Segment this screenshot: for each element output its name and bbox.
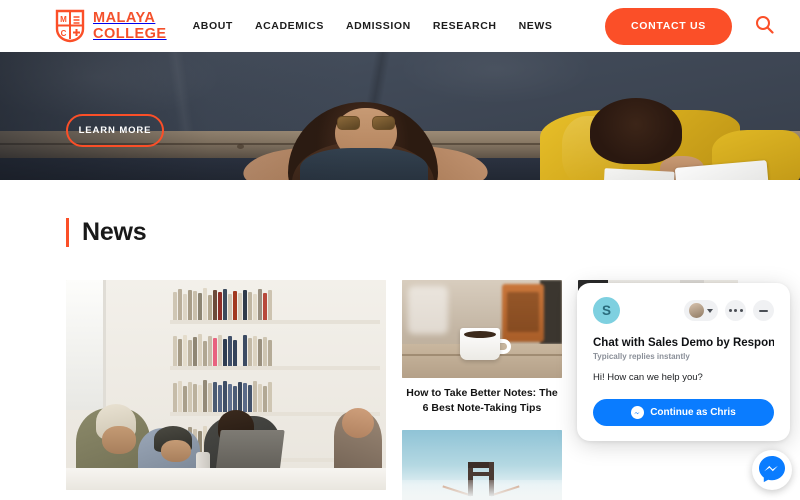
svg-text:M: M [60,15,67,24]
news-heading: News [0,218,800,247]
messenger-launcher-button[interactable] [752,450,792,490]
chat-title: Chat with Sales Demo by Respon... [593,337,774,349]
shield-logo-icon: M C [55,9,85,43]
brand-line-1: MALAYA [93,9,156,26]
nav-item-research[interactable]: RESEARCH [433,20,497,32]
page-title: News [82,218,147,246]
nav-item-academics[interactable]: ACADEMICS [255,20,324,32]
main-navigation: ABOUT ACADEMICS ADMISSION RESEARCH NEWS [193,20,553,32]
chat-widget: S Chat with Sales Demo by Respon... Typi… [577,283,790,441]
news-card-bridge[interactable] [402,429,562,500]
brand-line-2: COLLEGE [93,26,167,42]
news-card-notes[interactable]: How to Take Better Notes: The 6 Best Not… [402,280,562,416]
site-header: M C MALAYA COLLEGE ABOUT ACADEMICS ADMIS… [0,0,800,52]
header-actions: CONTACT US [604,7,776,45]
mini-avatar [689,303,704,318]
chat-message: Hi! How can we help you? [593,372,703,383]
minimize-button[interactable] [753,300,774,321]
nav-item-news[interactable]: NEWS [519,20,553,32]
svg-text:C: C [61,29,67,38]
chat-widget-controls [684,300,774,321]
avatar: S [593,297,620,324]
search-icon [755,15,774,37]
continue-as-chris-button[interactable]: Continue as Chris [593,399,774,426]
messenger-icon [631,406,645,419]
search-button[interactable] [752,14,776,38]
nav-item-about[interactable]: ABOUT [193,20,233,32]
messenger-icon [757,454,787,487]
news-card-title: How to Take Better Notes: The 6 Best Not… [406,387,558,414]
news-card-image [66,280,386,490]
nav-item-admission[interactable]: ADMISSION [346,20,411,32]
chat-widget-header: S [593,297,774,324]
contact-us-button[interactable]: CONTACT US [604,7,732,45]
more-options-button[interactable] [725,300,746,321]
news-column-middle: How to Take Better Notes: The 6 Best Not… [402,280,562,500]
news-card-featured[interactable]: How to Study for Any Test or Exam (Even … [66,280,386,500]
account-switcher-button[interactable] [684,300,718,321]
news-card-image [402,280,562,378]
minus-icon [759,309,768,312]
ellipsis-icon [728,309,743,312]
chevron-down-icon [707,308,713,313]
heading-accent-bar [66,218,69,247]
news-card-image [402,429,562,500]
learn-more-button[interactable]: LEARN MORE [66,114,164,147]
brand-logo[interactable]: M C MALAYA COLLEGE [55,9,167,43]
chat-status-text: Typically replies instantly [593,352,690,361]
chat-cta-label: Continue as Chris [650,407,736,418]
brand-wordmark: MALAYA COLLEGE [93,9,167,42]
hero-banner: LEARN MORE [0,52,800,180]
library-students [66,398,386,490]
